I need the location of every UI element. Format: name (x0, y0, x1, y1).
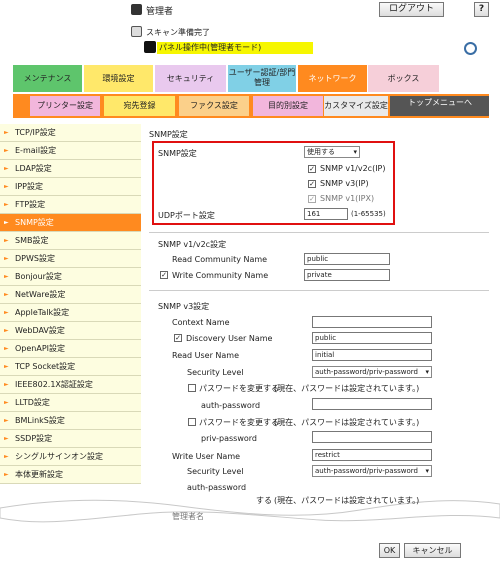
panel-status: パネル操作中(管理者モード) (157, 42, 313, 54)
priv-password-input[interactable] (312, 431, 432, 443)
sidebar-item-tcp-socket[interactable]: TCP Socket設定 (0, 358, 141, 376)
change-priv-password-checkbox[interactable] (188, 418, 196, 426)
tab-box[interactable]: ボックス (368, 65, 439, 92)
tab-security[interactable]: セキュリティ (155, 65, 226, 92)
sidebar-item-bonjour[interactable]: Bonjour設定 (0, 268, 141, 286)
subtab-top-menu[interactable]: トップメニューへ (390, 96, 489, 116)
sidebar-item-netware[interactable]: NetWare設定 (0, 286, 141, 304)
snmp-setting-label: SNMP設定 (158, 149, 197, 158)
sidebar-item-dpws[interactable]: DPWS設定 (0, 250, 141, 268)
read-user-input[interactable]: initial (312, 349, 432, 361)
write-user-label: Write User Name (172, 452, 241, 461)
security-level-2-select[interactable]: auth-password/priv-password (312, 465, 432, 477)
subtab-address[interactable]: 宛先登録 (104, 96, 175, 116)
subtab-customize[interactable]: カスタマイズ設定 (324, 96, 388, 116)
subtab-printer[interactable]: プリンター設定 (30, 96, 100, 116)
sidebar-item-firmware-update[interactable]: 本体更新設定 (0, 466, 141, 484)
write-community-checkbox[interactable]: ✓ (160, 271, 168, 279)
security-level-label: Security Level (187, 368, 244, 377)
security-level-select[interactable]: auth-password/priv-password (312, 366, 432, 378)
auth-password-note: (現在、パスワードは設定されています。) (274, 384, 420, 393)
refresh-icon[interactable] (464, 42, 477, 55)
security-level-2-label: Security Level (187, 467, 244, 476)
partial-change-label: する (256, 496, 272, 505)
read-user-label: Read User Name (172, 351, 240, 360)
divider (149, 232, 489, 233)
sidebar-item-lltd[interactable]: LLTD設定 (0, 394, 141, 412)
snmp-v3-label: SNMP v3(IP) (320, 179, 369, 188)
tab-user-auth[interactable]: ユーザー認証/部門管理 (228, 65, 296, 92)
partial-admin-label: 管理者名 (172, 512, 204, 521)
sidebar-item-tcpip[interactable]: TCP/IP設定 (0, 124, 141, 142)
ok-button[interactable]: OK (379, 543, 400, 558)
context-name-label: Context Name (172, 318, 230, 327)
sidebar-item-webdav[interactable]: WebDAV設定 (0, 322, 141, 340)
snmp-v3-checkbox[interactable]: ✓ (308, 180, 316, 188)
sidebar-item-ssdp[interactable]: SSDP設定 (0, 430, 141, 448)
sidebar-item-ipp[interactable]: IPP設定 (0, 178, 141, 196)
printer-icon (144, 41, 156, 53)
udp-port-range: (1-65535) (351, 210, 386, 218)
logout-button[interactable]: ログアウト (379, 2, 444, 17)
sidebar-item-ftp[interactable]: FTP設定 (0, 196, 141, 214)
udp-port-input[interactable]: 161 (304, 208, 348, 220)
context-name-input[interactable] (312, 316, 432, 328)
udp-port-label: UDPポート設定 (158, 211, 215, 220)
sidebar-item-sso[interactable]: シングルサインオン設定 (0, 448, 141, 466)
sidebar-item-email[interactable]: E-mail設定 (0, 142, 141, 160)
snmp-v1-ipx-label: SNMP v1(IPX) (320, 194, 375, 203)
subtab-fax[interactable]: ファクス設定 (179, 96, 249, 116)
priv-password-note: (現在、パスワードは設定されています。) (274, 418, 420, 427)
discovery-user-label: Discovery User Name (186, 334, 273, 343)
write-community-label: Write Community Name (172, 271, 269, 280)
torn-edge (0, 499, 500, 523)
sidebar-item-openapi[interactable]: OpenAPI設定 (0, 340, 141, 358)
tab-environment[interactable]: 環境設定 (84, 65, 153, 92)
v3-section-title: SNMP v3設定 (158, 302, 210, 311)
cancel-button[interactable]: キャンセル (404, 543, 461, 558)
admin-icon (131, 4, 142, 15)
write-user-input[interactable]: restrict (312, 449, 432, 461)
admin-label: 管理者 (146, 7, 174, 17)
scanner-icon (131, 26, 142, 37)
sidebar-item-smb[interactable]: SMB設定 (0, 232, 141, 250)
scan-status: スキャン準備完了 (146, 28, 210, 37)
divider (149, 290, 489, 291)
read-community-label: Read Community Name (172, 255, 268, 264)
change-auth-password-label: パスワードを変更する (199, 384, 279, 393)
snmp-v1-ipx-checkbox[interactable]: ✓ (308, 195, 316, 203)
sidebar: TCP/IP設定 E-mail設定 LDAP設定 IPP設定 FTP設定 SNM… (0, 124, 141, 484)
change-priv-password-label: パスワードを変更する (199, 418, 279, 427)
priv-password-label: priv-password (201, 434, 257, 443)
tab-network[interactable]: ネットワーク (298, 65, 367, 92)
v1v2c-section-title: SNMP v1/v2c設定 (158, 240, 227, 249)
sidebar-item-snmp[interactable]: SNMP設定 (0, 214, 141, 232)
subtab-purpose[interactable]: 目的別設定 (253, 96, 323, 116)
auth-password-input[interactable] (312, 398, 432, 410)
page-title: SNMP設定 (149, 130, 188, 139)
read-community-input[interactable]: public (304, 253, 390, 265)
snmp-setting-select[interactable]: 使用する (304, 146, 360, 158)
tab-maintenance[interactable]: メンテナンス (13, 65, 82, 92)
snmp-v1v2c-label: SNMP v1/v2c(IP) (320, 164, 386, 173)
sidebar-item-ldap[interactable]: LDAP設定 (0, 160, 141, 178)
sidebar-item-appletalk[interactable]: AppleTalk設定 (0, 304, 141, 322)
partial-note: (現在、パスワードは設定されています。) (274, 496, 420, 505)
snmp-v1v2c-checkbox[interactable]: ✓ (308, 165, 316, 173)
change-auth-password-checkbox[interactable] (188, 384, 196, 392)
auth-password-label: auth-password (201, 401, 261, 410)
auth-password-2-label: auth-password (187, 483, 247, 492)
discovery-user-checkbox[interactable]: ✓ (174, 334, 182, 342)
sidebar-item-bmlinks[interactable]: BMLinkS設定 (0, 412, 141, 430)
help-button[interactable]: ? (474, 2, 489, 17)
sidebar-item-ieee8021x[interactable]: IEEE802.1X認証設定 (0, 376, 141, 394)
discovery-user-input[interactable]: public (312, 332, 432, 344)
write-community-input[interactable]: private (304, 269, 390, 281)
